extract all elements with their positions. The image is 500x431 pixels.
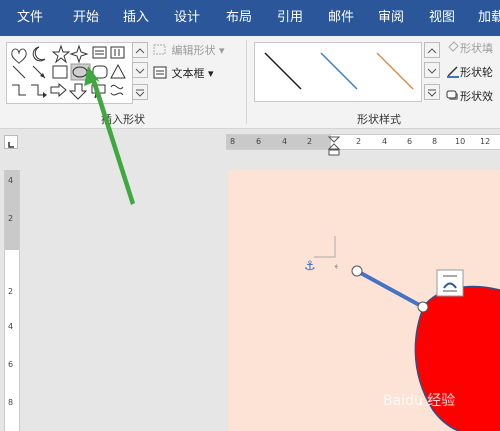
left-tab-stop-icon — [8, 142, 14, 148]
shape-fill-label: 形状填 — [460, 42, 493, 55]
tab-mailings[interactable]: 邮件 — [328, 0, 354, 36]
moon-shape-icon[interactable] — [32, 46, 46, 62]
ruler-number: 6 — [8, 360, 14, 369]
four-point-star-shape-icon[interactable] — [69, 44, 89, 64]
connector-line[interactable] — [356, 269, 424, 309]
horizontal-ruler[interactable]: 8 6 4 2 2 4 6 8 10 12 — [226, 134, 500, 150]
text-box-shape-icon[interactable] — [92, 46, 107, 59]
right-arrow-shape-icon[interactable] — [50, 82, 67, 98]
tab-insert[interactable]: 插入 — [123, 0, 149, 36]
connector-end-handle[interactable] — [417, 301, 429, 313]
expand-gallery-icon — [135, 89, 145, 97]
pen-outline-icon — [447, 66, 459, 78]
tab-home[interactable]: 开始 — [73, 0, 99, 36]
gallery-more-button[interactable] — [132, 84, 148, 100]
chevron-down-icon — [427, 68, 437, 74]
ribbon-tab-bar: 文件 开始 插入 设计 布局 引用 邮件 审阅 视图 加载 — [0, 0, 500, 36]
callout-shape-icon[interactable] — [91, 84, 106, 99]
text-box-button[interactable]: 文本框 ▾ — [152, 65, 214, 81]
shape-fill-button[interactable]: 形状填 — [446, 40, 493, 56]
shape-style-previews — [264, 52, 414, 90]
styles-scroll-down-button[interactable] — [424, 62, 440, 78]
line-shape-icon[interactable] — [12, 65, 26, 79]
shape-style-blue-line[interactable] — [320, 52, 358, 90]
ruler-number: 6 — [256, 137, 262, 146]
chevron-up-icon — [427, 48, 437, 54]
expand-gallery-icon — [427, 89, 437, 97]
watermark: Baidu 经验 — [383, 393, 456, 409]
gallery-scroll-up-button[interactable] — [132, 42, 148, 58]
shape-styles-group-label: 形状样式 — [357, 113, 401, 126]
chevron-down-icon — [135, 68, 145, 74]
shape-effects-button[interactable]: 形状效 — [446, 88, 493, 104]
anchor-icon: ⚓ — [304, 259, 316, 274]
edit-shape-label: 编辑形状 — [171, 44, 216, 57]
tab-addins[interactable]: 加载 — [478, 0, 500, 36]
ruler-number: 2 — [8, 214, 14, 223]
margin-corner-mark — [314, 236, 336, 258]
ruler-number: 2 — [8, 287, 14, 296]
tab-design[interactable]: 设计 — [174, 0, 200, 36]
insert-shapes-group-label: 插入形状 — [101, 113, 145, 126]
paint-bucket-icon — [448, 41, 459, 52]
tab-review[interactable]: 审阅 — [378, 0, 404, 36]
shape-effects-icon — [446, 90, 458, 100]
styles-more-button[interactable] — [424, 84, 440, 100]
shapes-gallery-icons — [11, 44, 126, 100]
ruler-number: 12 — [480, 137, 491, 146]
text-box-icon — [153, 66, 167, 79]
ruler-number: 8 — [230, 137, 236, 146]
curve-shape-icon[interactable] — [110, 84, 124, 96]
chevron-up-icon — [135, 48, 145, 54]
tab-stop-selector[interactable] — [4, 135, 18, 149]
text-box-label: 文本框 — [171, 67, 205, 80]
shape-effects-label: 形状效 — [460, 90, 493, 103]
elbow-connector-shape-icon[interactable] — [12, 84, 26, 96]
tab-references[interactable]: 引用 — [277, 0, 303, 36]
indent-marker-icon[interactable] — [328, 136, 340, 156]
vertical-text-box-shape-icon[interactable] — [110, 46, 125, 59]
shapes-gallery[interactable] — [6, 42, 133, 104]
shape-styles-gallery[interactable] — [254, 42, 422, 102]
heart-shape-icon[interactable] — [11, 48, 27, 64]
down-arrow-shape-icon[interactable] — [68, 83, 88, 100]
ruler-number: 8 — [432, 137, 438, 146]
shape-outline-button[interactable]: 形状轮 — [446, 64, 493, 80]
vertical-ruler[interactable]: 4 2 2 4 6 8 — [4, 170, 20, 431]
ruler-number: 4 — [8, 176, 14, 185]
tab-view[interactable]: 视图 — [429, 0, 455, 36]
ruler-margin-area — [226, 135, 331, 149]
ruler-number: 4 — [382, 137, 388, 146]
triangle-shape-icon[interactable] — [110, 63, 126, 79]
paragraph-mark-icon: ↵ — [334, 260, 338, 273]
ruler-number: 2 — [307, 137, 313, 146]
star-shape-icon[interactable] — [51, 44, 71, 64]
connector-start-handle[interactable] — [351, 265, 363, 277]
ruler-number: 10 — [455, 137, 466, 146]
ruler-number: 4 — [282, 137, 288, 146]
edit-shape-button[interactable]: 编辑形状 ▾ — [152, 42, 225, 58]
shape-style-orange-line[interactable] — [376, 52, 414, 90]
ruler-number: 6 — [407, 137, 413, 146]
edit-shape-icon — [153, 44, 166, 55]
rounded-rectangle-shape-icon[interactable] — [92, 65, 108, 79]
group-divider — [246, 40, 247, 124]
styles-scroll-up-button[interactable] — [424, 42, 440, 58]
shape-style-black-line[interactable] — [264, 52, 302, 90]
ruler-number: 2 — [356, 137, 362, 146]
tab-file[interactable]: 文件 — [17, 0, 43, 36]
gallery-scroll-down-button[interactable] — [132, 62, 148, 78]
ruler-number: 8 — [8, 398, 14, 407]
ruler-number: 4 — [8, 322, 14, 331]
tab-layout[interactable]: 布局 — [226, 0, 252, 36]
anchor-and-paragraph-marks: ⚓ ↵ — [304, 259, 338, 274]
shape-outline-label: 形状轮 — [460, 66, 493, 79]
rectangle-shape-icon[interactable] — [52, 65, 68, 79]
